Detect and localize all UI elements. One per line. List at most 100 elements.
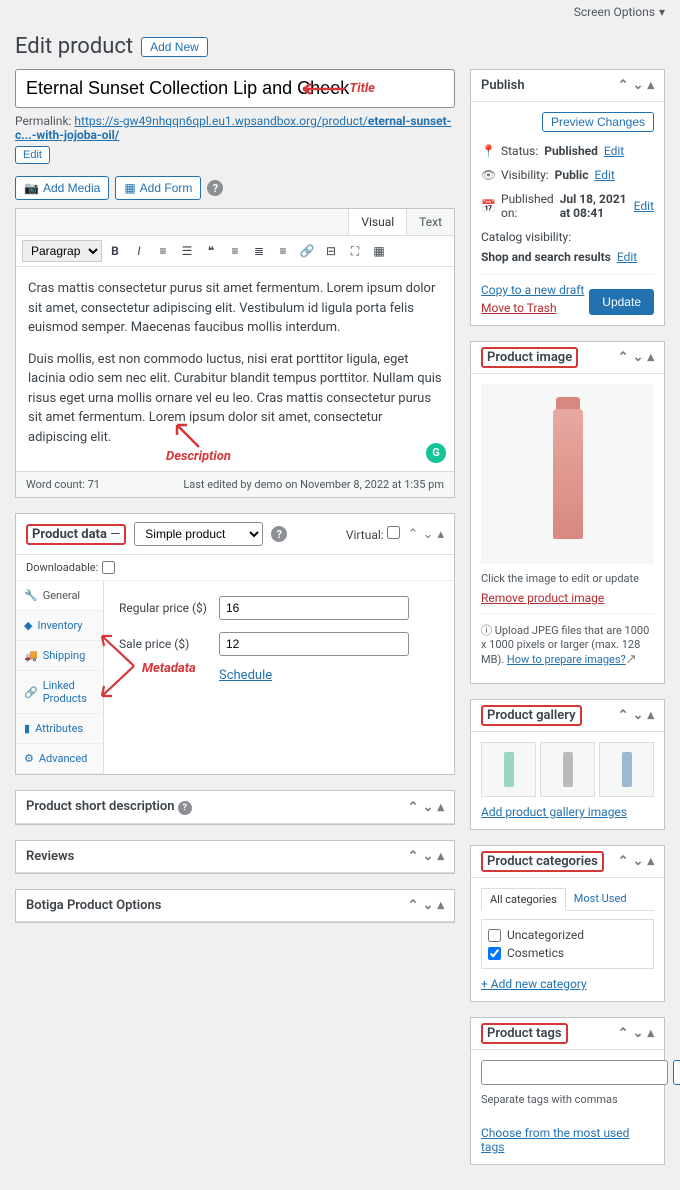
chevron-up-icon[interactable]: ⌃	[408, 849, 419, 864]
chevron-up-icon[interactable]: ⌃	[618, 1026, 629, 1041]
add-tag-button[interactable]: Add	[673, 1060, 680, 1085]
help-icon[interactable]: ?	[271, 526, 287, 542]
cat-cosmetics-checkbox[interactable]	[488, 947, 501, 960]
chevron-down-icon[interactable]: ⌄	[423, 800, 434, 815]
virtual-checkbox-label[interactable]: Virtual:	[346, 526, 400, 542]
downloadable-checkbox[interactable]	[102, 561, 115, 574]
chevron-down-icon[interactable]: ⌄	[633, 1026, 644, 1041]
eye-icon: 👁	[481, 168, 495, 182]
collapse-icon[interactable]: ▴	[437, 527, 444, 542]
visual-tab[interactable]: Visual	[348, 209, 406, 235]
add-media-button[interactable]: 📷 Add Media	[15, 176, 109, 200]
upload-hint: ⓘ Upload JPEG files that are 1000 x 1000…	[481, 622, 654, 667]
screen-options-toggle[interactable]: Screen Options ▾	[574, 5, 665, 19]
edit-visibility-link[interactable]: Edit	[594, 168, 614, 182]
edit-status-link[interactable]: Edit	[604, 144, 624, 158]
chevron-up-icon[interactable]: ⌃	[618, 708, 629, 723]
tab-inventory[interactable]: ◆Inventory	[16, 611, 103, 641]
tab-attributes[interactable]: ▮Attributes	[16, 714, 103, 744]
most-used-tab[interactable]: Most Used	[566, 888, 635, 910]
bullet-list-icon[interactable]: ≡	[152, 240, 174, 262]
gallery-thumb[interactable]	[481, 742, 536, 797]
chevron-down-icon[interactable]: ⌄	[633, 854, 644, 869]
trash-link[interactable]: Move to Trash	[481, 301, 557, 315]
collapse-icon[interactable]: ▴	[437, 849, 444, 864]
collapse-icon[interactable]: ▴	[437, 800, 444, 815]
collapse-icon[interactable]: ▴	[647, 78, 654, 93]
content-editor[interactable]: Cras mattis consectetur purus sit amet f…	[16, 267, 454, 471]
how-to-link[interactable]: How to prepare images?	[507, 653, 626, 666]
tab-linked[interactable]: 🔗Linked Products	[16, 671, 103, 714]
virtual-checkbox[interactable]	[387, 526, 400, 539]
product-image-preview[interactable]	[481, 384, 654, 564]
collapse-icon[interactable]: ▴	[647, 708, 654, 723]
edit-catalog-link[interactable]: Edit	[617, 250, 637, 264]
add-new-button[interactable]: Add New	[141, 37, 208, 57]
tags-hint: Separate tags with commas	[481, 1093, 654, 1106]
tab-advanced[interactable]: ⚙Advanced	[16, 744, 103, 774]
text-tab[interactable]: Text	[406, 209, 454, 235]
tab-general[interactable]: 🔧General	[16, 581, 103, 611]
number-list-icon[interactable]: ☰	[176, 240, 198, 262]
permalink-edit-button[interactable]: Edit	[15, 146, 50, 164]
chevron-up-icon[interactable]: ⌃	[618, 350, 629, 365]
update-button[interactable]: Update	[589, 289, 654, 315]
help-icon[interactable]: ?	[178, 801, 192, 815]
chevron-down-icon[interactable]: ⌄	[633, 350, 644, 365]
help-icon[interactable]: ?	[207, 180, 223, 196]
chevron-up-icon[interactable]: ⌃	[408, 527, 419, 542]
format-select[interactable]: Paragraph	[22, 240, 102, 262]
chevron-down-icon[interactable]: ⌄	[423, 527, 434, 542]
chevron-up-icon[interactable]: ⌃	[408, 898, 419, 913]
collapse-icon[interactable]: ▴	[647, 1026, 654, 1041]
product-title-input[interactable]	[15, 69, 455, 108]
align-right-icon[interactable]: ≡	[272, 240, 294, 262]
choose-tags-link[interactable]: Choose from the most used tags	[481, 1126, 629, 1154]
grammarly-icon[interactable]: G	[426, 443, 446, 463]
gallery-thumb[interactable]	[540, 742, 595, 797]
remove-image-link[interactable]: Remove product image	[481, 591, 604, 605]
chevron-down-icon[interactable]: ⌄	[423, 849, 434, 864]
fullscreen-icon[interactable]: ⛶	[344, 240, 366, 262]
sale-price-input[interactable]	[219, 632, 409, 656]
chevron-up-icon[interactable]: ⌃	[618, 854, 629, 869]
gallery-thumb[interactable]	[599, 742, 654, 797]
italic-icon[interactable]: I	[128, 240, 150, 262]
add-form-button[interactable]: ▦ Add Form	[115, 176, 201, 200]
align-center-icon[interactable]: ≣	[248, 240, 270, 262]
chevron-down-icon[interactable]: ⌄	[633, 78, 644, 93]
toolbar-toggle-icon[interactable]: ▦	[368, 240, 390, 262]
align-left-icon[interactable]: ≡	[224, 240, 246, 262]
preview-changes-button[interactable]: Preview Changes	[542, 112, 654, 132]
quote-icon[interactable]: ❝	[200, 240, 222, 262]
tag-icon: ▮	[24, 722, 30, 735]
copy-draft-link[interactable]: Copy to a new draft	[481, 283, 584, 297]
chevron-down-icon[interactable]: ⌄	[633, 708, 644, 723]
collapse-icon[interactable]: ▴	[437, 898, 444, 913]
collapse-icon[interactable]: ▴	[647, 350, 654, 365]
arrow-left-icon	[295, 82, 345, 96]
chevron-up-icon[interactable]: ⌃	[618, 78, 629, 93]
edit-date-link[interactable]: Edit	[634, 199, 654, 213]
collapse-icon[interactable]: ▴	[647, 854, 654, 869]
bold-icon[interactable]: B	[104, 240, 126, 262]
schedule-link[interactable]: Schedule	[219, 668, 272, 683]
regular-price-input[interactable]	[219, 596, 409, 620]
add-category-link[interactable]: + Add new category	[481, 977, 587, 991]
permalink-link[interactable]: https://s-gw49nhqqn6qpl.eu1.wpsandbox.or…	[15, 114, 451, 142]
add-gallery-link[interactable]: Add product gallery images	[481, 805, 627, 819]
all-categories-tab[interactable]: All categories	[481, 888, 566, 911]
truck-icon: 🚚	[24, 649, 38, 662]
product-image-title: Product image	[481, 347, 578, 368]
product-type-select[interactable]: Simple product	[134, 522, 263, 546]
tab-shipping[interactable]: 🚚Shipping	[16, 641, 103, 671]
cat-uncategorized-checkbox[interactable]	[488, 929, 501, 942]
tag-input[interactable]	[481, 1060, 668, 1085]
short-desc-title: Product short description ?	[26, 799, 408, 815]
link-icon: 🔗	[24, 686, 38, 699]
chevron-up-icon[interactable]: ⌃	[408, 800, 419, 815]
more-icon[interactable]: ⊟	[320, 240, 342, 262]
calendar-icon: 📅	[481, 199, 495, 213]
link-icon[interactable]: 🔗	[296, 240, 318, 262]
chevron-down-icon[interactable]: ⌄	[423, 898, 434, 913]
